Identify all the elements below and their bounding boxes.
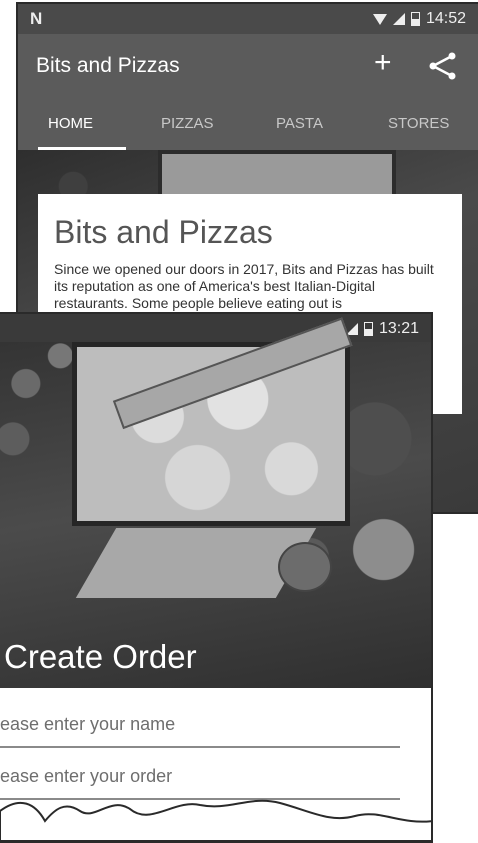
tab-home[interactable]: HOME: [48, 115, 93, 132]
card-title: Bits and Pizzas: [54, 214, 273, 250]
app-title: Bits and Pizzas: [36, 54, 180, 77]
carrier-icon: N: [30, 9, 43, 28]
status-bar: N 14:52: [18, 4, 478, 34]
app-bar: Bits and Pizzas +: [18, 34, 478, 96]
share-icon[interactable]: [428, 52, 458, 80]
wifi-icon: [372, 13, 387, 25]
torn-paper-edge: [0, 799, 431, 841]
tab-pizzas[interactable]: PIZZAS: [161, 115, 214, 132]
tab-pasta[interactable]: PASTA: [276, 115, 323, 132]
signal-icon: [392, 13, 405, 25]
tab-bar: HOME PIZZAS PASTA STORES: [18, 96, 478, 150]
name-input[interactable]: [0, 708, 400, 748]
status-bar: 13:21: [0, 314, 431, 342]
hero-image: Create Order: [0, 317, 431, 688]
status-time: 14:52: [425, 10, 466, 27]
tab-stores[interactable]: STORES: [388, 115, 449, 132]
battery-icon: [410, 12, 420, 26]
status-time: 13:21: [378, 320, 419, 337]
tomato-image: [278, 542, 332, 592]
page-title: Create Order: [4, 638, 197, 675]
front-phone-screen: 13:21 Create Order: [0, 312, 433, 843]
card-text: Since we opened our doors in 2017, Bits …: [54, 261, 434, 311]
add-button[interactable]: +: [374, 48, 392, 78]
battery-icon: [363, 322, 373, 336]
status-icons: 14:52: [372, 10, 466, 28]
